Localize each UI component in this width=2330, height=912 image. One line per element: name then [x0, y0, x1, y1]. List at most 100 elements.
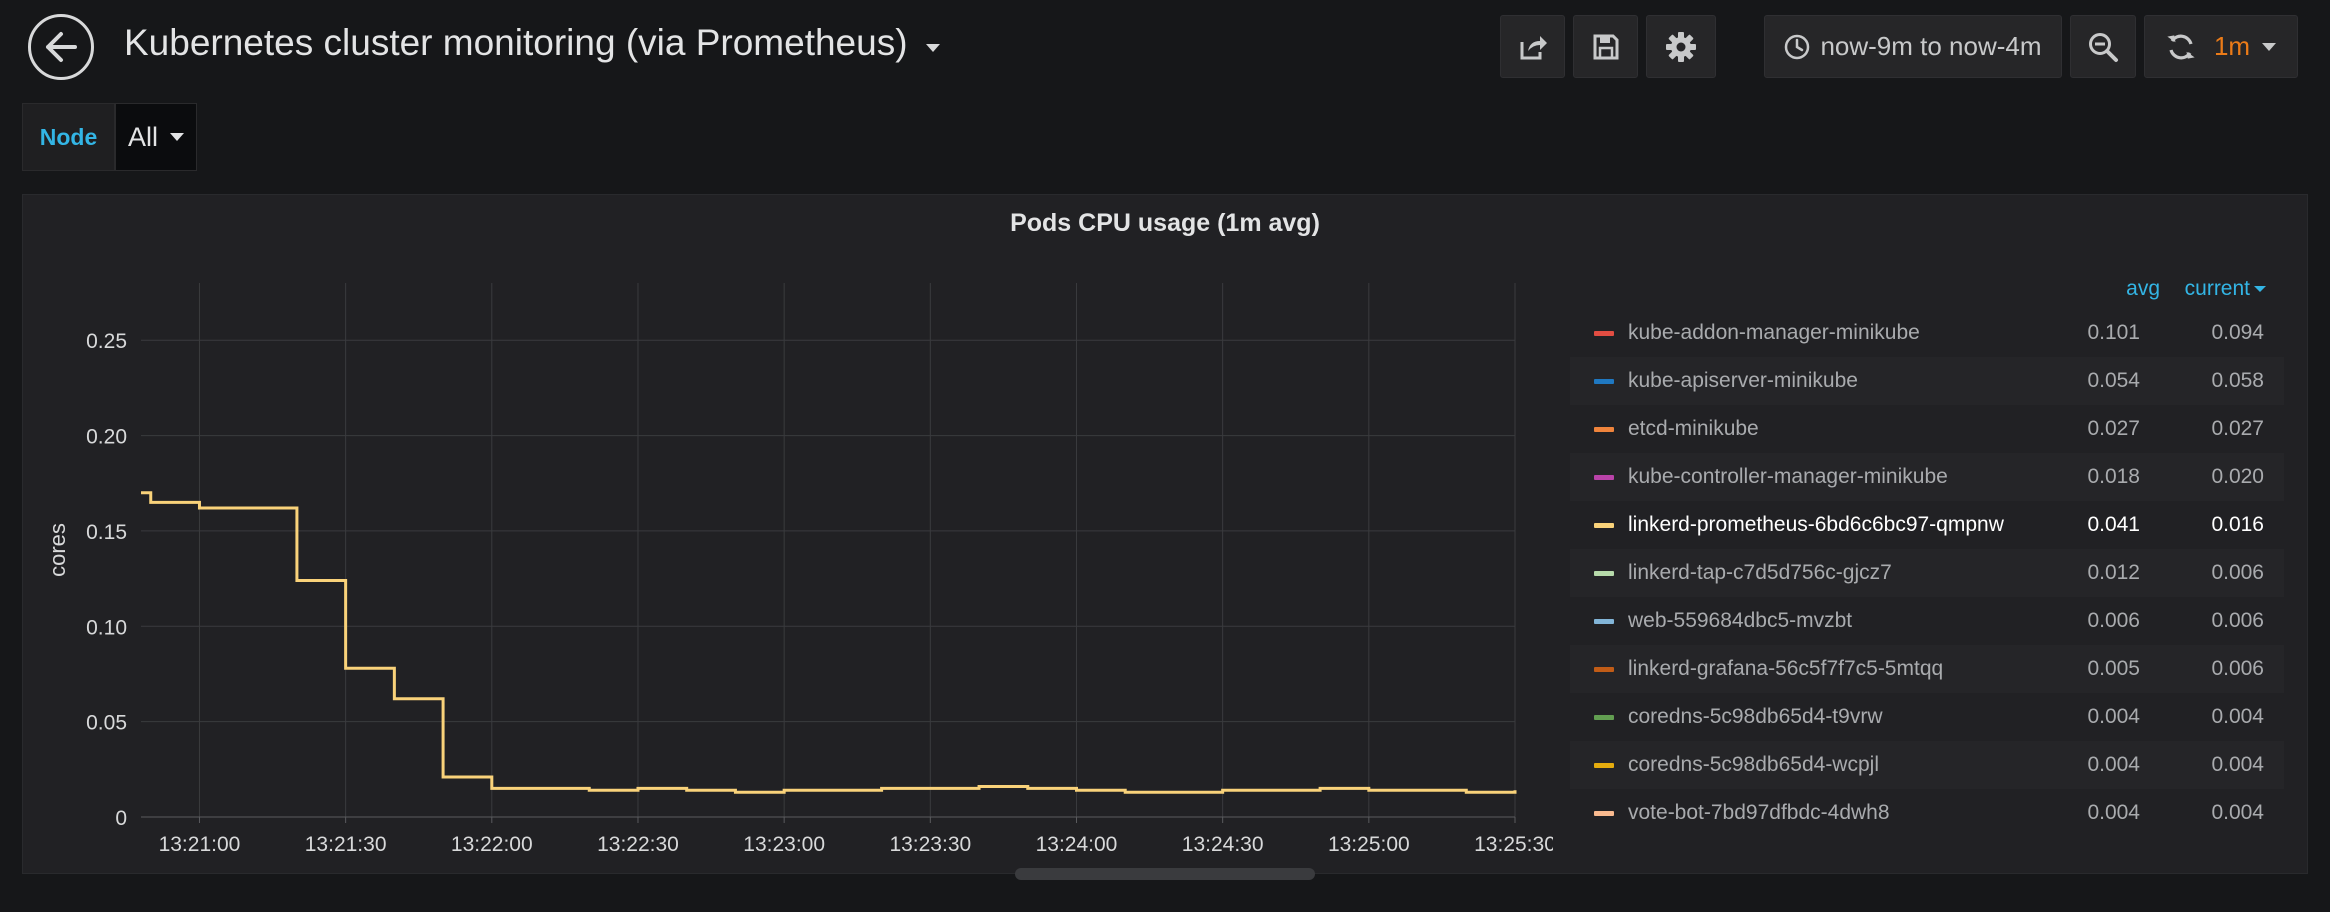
variable-label: Node — [22, 103, 115, 171]
legend-series-name[interactable]: etcd-minikube — [1628, 417, 1759, 441]
legend-current-value: 0.006 — [2211, 609, 2264, 632]
y-tick-label: 0 — [115, 807, 127, 830]
legend-table: avg current kube-addon-manager-minikube 0… — [1570, 277, 2284, 853]
variable-value: All — [127, 121, 158, 152]
back-button[interactable] — [28, 14, 94, 80]
sort-desc-icon — [2254, 286, 2266, 292]
legend-avg-value: 0.004 — [2087, 753, 2140, 776]
series-color-swatch[interactable] — [1594, 619, 1614, 624]
series-color-swatch[interactable] — [1594, 763, 1614, 768]
x-tick-label: 13:22:30 — [597, 833, 679, 856]
time-range-picker[interactable]: now-9m to now-4m — [1764, 15, 2062, 78]
legend-series-name[interactable]: vote-bot-7bd97dfbdc-4dwh8 — [1628, 801, 1890, 825]
legend-row[interactable]: linkerd-tap-c7d5d756c-gjcz7 0.012 0.006 — [1570, 549, 2284, 597]
refresh-icon — [2167, 34, 2195, 59]
back-arrow-icon — [46, 32, 77, 62]
x-tick-label: 13:25:00 — [1328, 833, 1410, 856]
legend-avg-value: 0.027 — [2087, 417, 2140, 440]
legend-current-value: 0.004 — [2211, 801, 2264, 824]
legend-header: avg current — [1570, 277, 2284, 309]
dashboard-title-dropdown[interactable]: Kubernetes cluster monitoring (via Prome… — [124, 22, 940, 64]
legend-row[interactable]: linkerd-grafana-56c5f7f7c5-5mtqq 0.005 0.0… — [1570, 645, 2284, 693]
legend-series-name[interactable]: linkerd-grafana-56c5f7f7c5-5mtqq — [1628, 657, 1943, 681]
legend-series-name[interactable]: web-559684dbc5-mvzbt — [1628, 609, 1852, 633]
series-color-swatch[interactable] — [1594, 715, 1614, 720]
legend-avg-value: 0.005 — [2087, 657, 2140, 680]
share-button[interactable] — [1500, 15, 1565, 78]
legend-series-name[interactable]: linkerd-tap-c7d5d756c-gjcz7 — [1628, 561, 1892, 585]
legend-header-avg[interactable]: avg — [2126, 277, 2160, 301]
x-tick-label: 13:21:30 — [305, 833, 387, 856]
gear-icon — [1666, 31, 1696, 62]
legend-avg-value: 0.012 — [2087, 561, 2140, 584]
series-color-swatch[interactable] — [1594, 667, 1614, 672]
time-range-label: now-9m to now-4m — [1820, 31, 2042, 61]
legend-series-name[interactable]: kube-addon-manager-minikube — [1628, 321, 1920, 345]
x-tick-label: 13:25:30 — [1474, 833, 1553, 856]
legend-header-current[interactable]: current — [2185, 277, 2266, 301]
legend-avg-value: 0.041 — [2087, 513, 2140, 536]
chevron-down-icon — [170, 133, 184, 141]
y-tick-label: 0.10 — [86, 616, 127, 639]
legend-current-value: 0.094 — [2211, 321, 2264, 344]
legend-avg-value: 0.006 — [2087, 609, 2140, 632]
legend-avg-value: 0.018 — [2087, 465, 2140, 488]
dashboard-title: Kubernetes cluster monitoring (via Prome… — [124, 22, 908, 63]
legend-series-name[interactable]: coredns-5c98db65d4-t9vrw — [1628, 705, 1882, 729]
legend-series-name[interactable]: kube-controller-manager-minikube — [1628, 465, 1948, 489]
legend-rows: kube-addon-manager-minikube 0.101 0.094 kub… — [1570, 309, 2284, 837]
chevron-down-icon — [2262, 42, 2277, 51]
series-color-swatch[interactable] — [1594, 811, 1614, 816]
save-icon — [1593, 34, 1618, 59]
legend-avg-value: 0.101 — [2087, 321, 2140, 344]
series-line — [141, 491, 1517, 794]
series-color-swatch[interactable] — [1594, 427, 1614, 432]
legend-row[interactable]: coredns-5c98db65d4-wcpjl 0.004 0.004 — [1570, 741, 2284, 789]
legend-row[interactable]: kube-controller-manager-minikube 0.018 0.0… — [1570, 453, 2284, 501]
legend-current-value: 0.004 — [2211, 753, 2264, 776]
legend-row[interactable]: kube-addon-manager-minikube 0.101 0.094 — [1570, 309, 2284, 357]
x-tick-label: 13:23:30 — [889, 833, 971, 856]
legend-row[interactable]: kube-apiserver-minikube 0.054 0.058 — [1570, 357, 2284, 405]
save-button[interactable] — [1573, 15, 1638, 78]
legend-row[interactable]: web-559684dbc5-mvzbt 0.006 0.006 — [1570, 597, 2284, 645]
y-tick-label: 0.05 — [86, 712, 127, 735]
legend-current-value: 0.006 — [2211, 561, 2264, 584]
y-tick-label: 0.25 — [86, 330, 127, 353]
legend-header-current-label: current — [2184, 277, 2250, 300]
legend-avg-value: 0.054 — [2087, 369, 2140, 392]
refresh-interval-label: 1m — [2213, 31, 2251, 61]
legend-row[interactable]: linkerd-prometheus-6bd6c6bc97-qmpnw 0.041… — [1570, 501, 2284, 549]
template-variable-node: Node All — [22, 103, 197, 171]
x-tick-label: 13:24:00 — [1036, 833, 1118, 856]
settings-button[interactable] — [1646, 15, 1716, 78]
refresh-picker[interactable]: 1m — [2144, 15, 2298, 78]
legend-series-name[interactable]: coredns-5c98db65d4-wcpjl — [1628, 753, 1879, 777]
legend-current-value: 0.027 — [2211, 417, 2264, 440]
y-axis-label: cores — [45, 523, 70, 577]
share-icon — [1520, 35, 1547, 59]
series-color-swatch[interactable] — [1594, 331, 1614, 336]
panel-scrollbar[interactable] — [1015, 868, 1315, 880]
legend-current-value: 0.016 — [2211, 513, 2264, 536]
series-color-swatch[interactable] — [1594, 571, 1614, 576]
node-variable-dropdown[interactable]: All — [115, 103, 197, 171]
zoom-out-button[interactable] — [2070, 15, 2136, 78]
legend-row[interactable]: coredns-5c98db65d4-t9vrw 0.004 0.004 — [1570, 693, 2284, 741]
legend-row[interactable]: vote-bot-7bd97dfbdc-4dwh8 0.004 0.004 — [1570, 789, 2284, 837]
clock-icon — [1785, 34, 1810, 59]
legend-current-value: 0.004 — [2211, 705, 2264, 728]
legend-current-value: 0.006 — [2211, 657, 2264, 680]
legend-series-name[interactable]: linkerd-prometheus-6bd6c6bc97-qmpnw — [1628, 513, 2004, 537]
y-tick-label: 0.20 — [86, 426, 127, 449]
x-tick-label: 13:24:30 — [1182, 833, 1264, 856]
legend-series-name[interactable]: kube-apiserver-minikube — [1628, 369, 1858, 393]
legend-avg-value: 0.004 — [2087, 801, 2140, 824]
series-color-swatch[interactable] — [1594, 523, 1614, 528]
cpu-usage-chart[interactable]: 0 0.05 0.10 0.15 0.20 0.25 13:21:00 13:21:30 13:… — [23, 195, 1553, 875]
y-tick-label: 0.15 — [86, 521, 127, 544]
series-color-swatch[interactable] — [1594, 379, 1614, 384]
series-color-swatch[interactable] — [1594, 475, 1614, 480]
chevron-down-icon — [925, 44, 940, 52]
legend-row[interactable]: etcd-minikube 0.027 0.027 — [1570, 405, 2284, 453]
